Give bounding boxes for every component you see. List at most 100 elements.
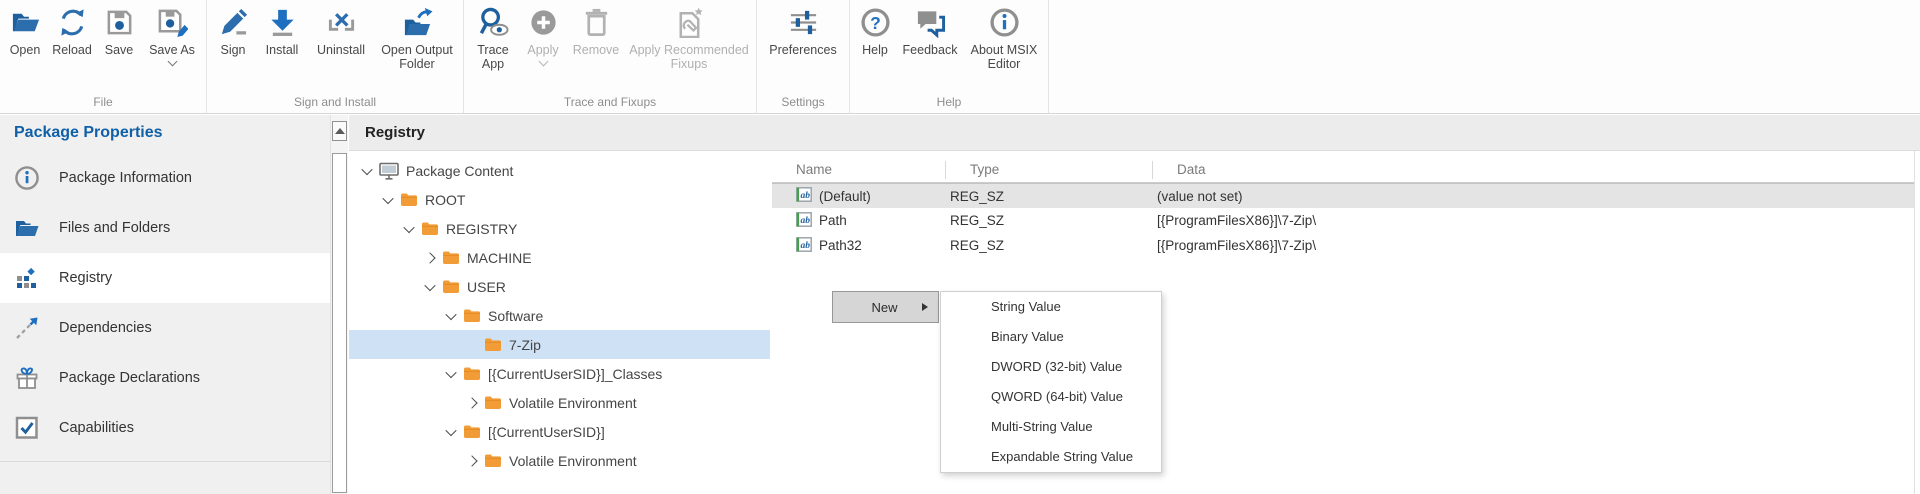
tree-item-volatile-environment[interactable]: Volatile Environment bbox=[349, 388, 770, 417]
ribbon-button-label: Install bbox=[266, 43, 299, 57]
value-name-label: Path32 bbox=[819, 238, 862, 253]
ribbon-button-label: Apply Recommended Fixups bbox=[625, 43, 753, 72]
ribbon-button-label: Open bbox=[10, 43, 41, 57]
sidebar-item-files-and-folders[interactable]: Files and Folders bbox=[0, 203, 330, 253]
table-row-default[interactable]: ab(Default)REG_SZ(value not set) bbox=[772, 183, 1914, 208]
svg-text:ab: ab bbox=[800, 216, 810, 226]
table-row-path32[interactable]: abPath32REG_SZ[{ProgramFilesX86}]\7-Zip\ bbox=[772, 233, 1914, 258]
sign-icon bbox=[218, 7, 249, 41]
computer-icon bbox=[379, 162, 399, 180]
tree-item-currentusersid-classes[interactable]: [{CurrentUserSID}]_Classes bbox=[349, 359, 770, 388]
chevron-right-icon[interactable] bbox=[466, 455, 477, 466]
ribbon-button-label: Uninstall bbox=[317, 43, 365, 57]
submenu-item-string-value[interactable]: String Value bbox=[941, 292, 1161, 322]
ribbon-button-remove: Remove bbox=[567, 5, 625, 94]
chevron-down-icon[interactable] bbox=[403, 221, 414, 232]
tree-item-label: Volatile Environment bbox=[509, 453, 637, 469]
ribbon-button-install[interactable]: Install bbox=[256, 5, 308, 94]
ribbon-group-label: File bbox=[3, 94, 203, 113]
ribbon-button-label: Sign bbox=[220, 43, 245, 57]
folder-icon bbox=[421, 221, 439, 236]
applyplus-icon bbox=[528, 7, 559, 41]
value-data-cell: [{ProgramFilesX86}]\7-Zip\ bbox=[1152, 238, 1914, 253]
sidebar-item-label: Capabilities bbox=[59, 420, 134, 436]
ribbon-button-trace-app[interactable]: Trace App bbox=[467, 5, 519, 94]
svg-text:?: ? bbox=[870, 13, 881, 33]
ribbon-button-label: Help bbox=[862, 43, 888, 57]
folder-icon bbox=[400, 192, 418, 207]
ribbon-toolbar: Open ReloadSaveSave AsFile Sign Install Unin… bbox=[0, 0, 1920, 114]
sidebar-item-package-information[interactable]: Package Information bbox=[0, 153, 330, 203]
ribbon-button-apply: Apply bbox=[519, 5, 567, 94]
tree-item-software[interactable]: Software bbox=[349, 301, 770, 330]
ribbon-button-open-output-folder[interactable]: Open Output Folder bbox=[374, 5, 460, 94]
scrollbar-thumb[interactable] bbox=[332, 153, 347, 493]
chevron-down-icon[interactable] bbox=[445, 366, 456, 377]
chevron-right-icon[interactable] bbox=[424, 252, 435, 263]
ribbon-button-apply-recommended-fixups: Apply Recommended Fixups bbox=[625, 5, 753, 94]
ribbon-button-about-msix-editor[interactable]: About MSIX Editor bbox=[963, 5, 1045, 94]
value-name-cell: abPath32 bbox=[772, 237, 945, 255]
tree-item-machine[interactable]: MACHINE bbox=[349, 243, 770, 272]
chevron-down-icon[interactable] bbox=[167, 57, 177, 67]
scrollbar-up-button[interactable] bbox=[332, 121, 347, 141]
submenu-item-expandable-string-value[interactable]: Expandable String Value bbox=[941, 442, 1161, 472]
sidebar-item-package-declarations[interactable]: Package Declarations bbox=[0, 353, 330, 403]
ribbon-button-reload[interactable]: Reload bbox=[47, 5, 97, 94]
column-header-data[interactable]: Data bbox=[1152, 161, 1914, 179]
ribbon-button-uninstall[interactable]: Uninstall bbox=[308, 5, 374, 94]
tree-item-7-zip[interactable]: 7-Zip bbox=[349, 330, 770, 359]
table-row-path[interactable]: abPathREG_SZ[{ProgramFilesX86}]\7-Zip\ bbox=[772, 208, 1914, 233]
column-header-type[interactable]: Type bbox=[945, 161, 1152, 179]
sidebar-item-capabilities[interactable]: Capabilities bbox=[0, 403, 330, 453]
scroll-up-icon bbox=[335, 128, 345, 134]
sidebar-items: Package InformationFiles and FoldersRegi… bbox=[0, 153, 330, 453]
ribbon-button-help[interactable]: ? Help bbox=[853, 5, 897, 94]
column-header-name[interactable]: Name bbox=[772, 161, 945, 179]
install-icon bbox=[267, 7, 298, 41]
chevron-down-icon[interactable] bbox=[382, 192, 393, 203]
tree-item-label: Software bbox=[488, 308, 543, 324]
folder-icon bbox=[463, 366, 481, 381]
submenu-item-dword-32-bit-value[interactable]: DWORD (32-bit) Value bbox=[941, 352, 1161, 382]
ribbon-group-sign-and-install: Sign Install Uninstall Open Output FolderSi… bbox=[207, 0, 464, 113]
ribbon-group-settings: PreferencesSettings bbox=[757, 0, 850, 113]
ribbon-button-preferences[interactable]: Preferences bbox=[760, 5, 846, 94]
sidebar-scrollbar[interactable] bbox=[330, 115, 348, 494]
uninstall-icon bbox=[326, 7, 357, 41]
ribbon-button-save[interactable]: Save bbox=[97, 5, 141, 94]
chevron-down-icon[interactable] bbox=[445, 308, 456, 319]
page-titlebar: Registry bbox=[349, 115, 1920, 151]
sidebar-item-registry[interactable]: Registry bbox=[0, 253, 330, 303]
tree-item-registry[interactable]: REGISTRY bbox=[349, 214, 770, 243]
ribbon-button-open[interactable]: Open bbox=[3, 5, 47, 94]
tree-item-package-content[interactable]: Package Content bbox=[349, 156, 770, 185]
ribbon-group-label: Settings bbox=[760, 94, 846, 113]
context-menu-item-new[interactable]: New bbox=[833, 300, 922, 315]
table-header: NameTypeData bbox=[772, 157, 1914, 183]
ribbon-group-label: Help bbox=[853, 94, 1045, 113]
ribbon-button-feedback[interactable]: Feedback bbox=[897, 5, 963, 94]
ribbon-button-sign[interactable]: Sign bbox=[210, 5, 256, 94]
tree-item-currentusersid[interactable]: [{CurrentUserSID}] bbox=[349, 417, 770, 446]
tree-item-root[interactable]: ROOT bbox=[349, 185, 770, 214]
tree-item-user[interactable]: USER bbox=[349, 272, 770, 301]
submenu-item-binary-value[interactable]: Binary Value bbox=[941, 322, 1161, 352]
page-title: Registry bbox=[349, 124, 425, 141]
tree-item-volatile-environment[interactable]: Volatile Environment bbox=[349, 446, 770, 475]
chevron-right-icon[interactable] bbox=[466, 397, 477, 408]
chevron-down-icon[interactable] bbox=[445, 424, 456, 435]
info-icon bbox=[14, 165, 40, 191]
value-type-cell: REG_SZ bbox=[945, 213, 1152, 228]
fixups-icon bbox=[674, 7, 705, 41]
ribbon-button-save-as[interactable]: Save As bbox=[141, 5, 203, 94]
submenu-item-multi-string-value[interactable]: Multi-String Value bbox=[941, 412, 1161, 442]
chevron-down-icon[interactable] bbox=[424, 279, 435, 290]
chevron-down-icon[interactable] bbox=[361, 163, 372, 174]
value-name-label: (Default) bbox=[819, 189, 871, 204]
ribbon-group-buttons: Open ReloadSaveSave As bbox=[3, 0, 203, 94]
submenu-item-qword-64-bit-value[interactable]: QWORD (64-bit) Value bbox=[941, 382, 1161, 412]
ribbon-group-label: Sign and Install bbox=[210, 94, 460, 113]
sidebar-item-dependencies[interactable]: Dependencies bbox=[0, 303, 330, 353]
folder-icon bbox=[442, 250, 460, 265]
